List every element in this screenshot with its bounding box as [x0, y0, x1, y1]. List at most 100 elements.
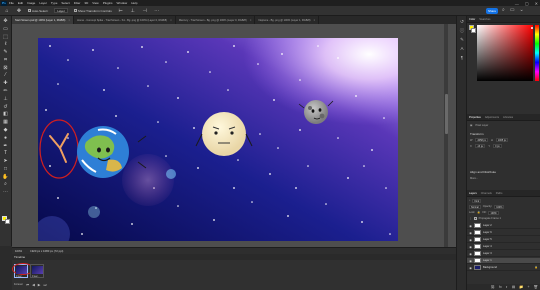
link-layers-icon[interactable]: ⛓: [491, 285, 495, 289]
home-icon[interactable]: ⌂: [4, 8, 10, 14]
eyedropper-tool-icon[interactable]: ⁄: [2, 72, 10, 78]
layer-name[interactable]: Layer 4: [483, 245, 492, 248]
eye-icon[interactable]: ◉: [469, 231, 472, 235]
play-icon[interactable]: ▶: [38, 283, 41, 287]
layer-name[interactable]: Layer 1: [483, 259, 492, 262]
marquee-tool-icon[interactable]: ⬚: [2, 34, 10, 40]
quick-select-tool-icon[interactable]: ✎: [2, 49, 10, 55]
adjustment-layer-icon[interactable]: ◐: [506, 285, 508, 289]
tab-layers[interactable]: Layers: [469, 192, 477, 195]
pen-tool-icon[interactable]: ✒: [2, 143, 10, 149]
artboard-tool-icon[interactable]: ▭: [2, 26, 10, 32]
history-brush-tool-icon[interactable]: ↺: [2, 104, 10, 110]
menu-filter[interactable]: Filter: [74, 1, 81, 5]
background-color-swatch[interactable]: [5, 219, 10, 224]
dodge-tool-icon[interactable]: ●: [2, 135, 10, 141]
move-tool-icon[interactable]: ✥: [16, 8, 22, 14]
align-center-icon[interactable]: ⊥: [130, 8, 136, 14]
minimize-button[interactable]: —: [515, 1, 519, 6]
menu-file[interactable]: File: [9, 1, 14, 5]
menu-layer[interactable]: Layer: [39, 1, 47, 5]
menu-select[interactable]: Select: [61, 1, 69, 5]
path-select-tool-icon[interactable]: ➤: [2, 158, 10, 164]
eye-icon[interactable]: ◉: [469, 259, 472, 263]
align-left-icon[interactable]: ⊢: [118, 8, 124, 14]
layer-row[interactable]: ◉ Layer 2: [467, 223, 540, 230]
unify-icon[interactable]: ⋮: [469, 217, 472, 220]
close-icon[interactable]: ×: [68, 18, 70, 22]
timeline-frame[interactable]: 0 sec.: [12, 263, 34, 278]
brush-tool-icon[interactable]: ✏: [2, 88, 10, 94]
eye-icon[interactable]: ◉: [469, 238, 472, 242]
x-field[interactable]: -13 px: [474, 144, 486, 148]
menu-edit[interactable]: Edit: [18, 1, 23, 5]
align-right-icon[interactable]: ⊣: [142, 8, 148, 14]
background-color-swatch[interactable]: [471, 28, 476, 33]
eye-icon[interactable]: ◉: [469, 245, 472, 249]
document-tab[interactable]: Neptune - Bg .png @ 100% (Layer 1, RGB/8…: [255, 16, 320, 24]
blur-tool-icon[interactable]: ◆: [2, 127, 10, 133]
menu-image[interactable]: Image: [27, 1, 35, 5]
new-group-icon[interactable]: 📁: [519, 285, 523, 289]
fill-field[interactable]: 100%: [488, 210, 499, 215]
menu-view[interactable]: View: [92, 1, 98, 5]
paragraph-icon[interactable]: ¶: [459, 55, 465, 61]
menu-window[interactable]: Window: [117, 1, 128, 5]
tab-properties[interactable]: Properties: [469, 116, 481, 119]
layer-style-icon[interactable]: fx: [499, 285, 502, 289]
more-options-link[interactable]: More...: [470, 177, 478, 180]
frame-tool-icon[interactable]: ⊠: [2, 65, 10, 71]
gradient-tool-icon[interactable]: ▦: [2, 119, 10, 125]
rectangle-tool-icon[interactable]: □: [2, 166, 10, 172]
first-frame-icon[interactable]: ⏮: [26, 283, 29, 287]
y-field[interactable]: 0 px: [493, 144, 502, 148]
layer-row[interactable]: ◉ Background 🔒: [467, 265, 540, 272]
height-field[interactable]: 1065 px: [495, 138, 509, 142]
layer-name[interactable]: Layer 5: [483, 238, 492, 241]
timeline-frame[interactable]: 0 sec.: [30, 264, 44, 278]
close-icon[interactable]: ×: [250, 18, 252, 22]
close-icon[interactable]: ×: [314, 18, 316, 22]
eye-icon[interactable]: ◉: [469, 266, 472, 270]
lock-icon[interactable]: 🔒: [477, 211, 480, 214]
vertical-scrollbar[interactable]: [444, 24, 448, 247]
layer-row[interactable]: ◉ Layer 5: [467, 237, 540, 244]
share-button[interactable]: Share: [486, 8, 498, 14]
maximize-button[interactable]: ▢: [525, 1, 529, 6]
tab-color[interactable]: Color: [469, 18, 475, 21]
brush-settings-icon[interactable]: ✎: [459, 37, 465, 43]
document-tab[interactable]: Start Screen.psd @ 100% (Layer 1, RGB/8)…: [12, 16, 75, 24]
color-picker-handle[interactable]: [531, 27, 533, 29]
eraser-tool-icon[interactable]: ◧: [2, 111, 10, 117]
document-tab[interactable]: Home - Concept Spike - Trial Screen - S1…: [74, 16, 176, 24]
clone-stamp-tool-icon[interactable]: ⊥: [2, 96, 10, 102]
menu-type[interactable]: Type: [51, 1, 58, 5]
move-tool-icon[interactable]: ✥: [2, 18, 10, 24]
hue-slider[interactable]: [535, 25, 539, 81]
layer-row[interactable]: ◉ Layer 6: [467, 230, 540, 237]
layer-mask-icon[interactable]: ▤: [512, 285, 515, 289]
crop-tool-icon[interactable]: ⌗: [2, 57, 10, 63]
document-tab[interactable]: Mercury - Trial Screen - Bg .png @ 100% …: [176, 16, 256, 24]
kind-filter-dropdown[interactable]: Kind: [472, 198, 482, 203]
layer-name[interactable]: Background: [483, 266, 497, 269]
width-field[interactable]: 2058 px: [475, 138, 488, 142]
healing-brush-tool-icon[interactable]: ✚: [2, 80, 10, 86]
tab-libraries[interactable]: Libraries: [503, 116, 513, 119]
layer-name[interactable]: Layer 3: [483, 252, 492, 255]
show-transform-checkbox[interactable]: Show Transform Controls: [73, 9, 112, 13]
layer-row[interactable]: ◉ Layer 1: [467, 258, 540, 265]
menu-help[interactable]: Help: [131, 1, 137, 5]
checkbox-box[interactable]: [73, 9, 77, 12]
color-picker-field[interactable]: [477, 25, 533, 81]
layer-name[interactable]: Layer 2: [483, 224, 492, 227]
previous-frame-icon[interactable]: ◀: [32, 283, 35, 287]
workspace-icon[interactable]: ▭: [510, 7, 515, 13]
checkbox-box[interactable]: [28, 9, 31, 12]
tab-adjustments[interactable]: Adjustments: [485, 116, 499, 119]
zoom-tool-icon[interactable]: ⌕: [2, 181, 10, 187]
propagate-checkbox[interactable]: [473, 217, 477, 220]
opacity-field[interactable]: 100%: [494, 204, 505, 209]
more-tools-icon[interactable]: ⋯: [2, 189, 10, 195]
layer-name[interactable]: Layer 6: [483, 231, 492, 234]
